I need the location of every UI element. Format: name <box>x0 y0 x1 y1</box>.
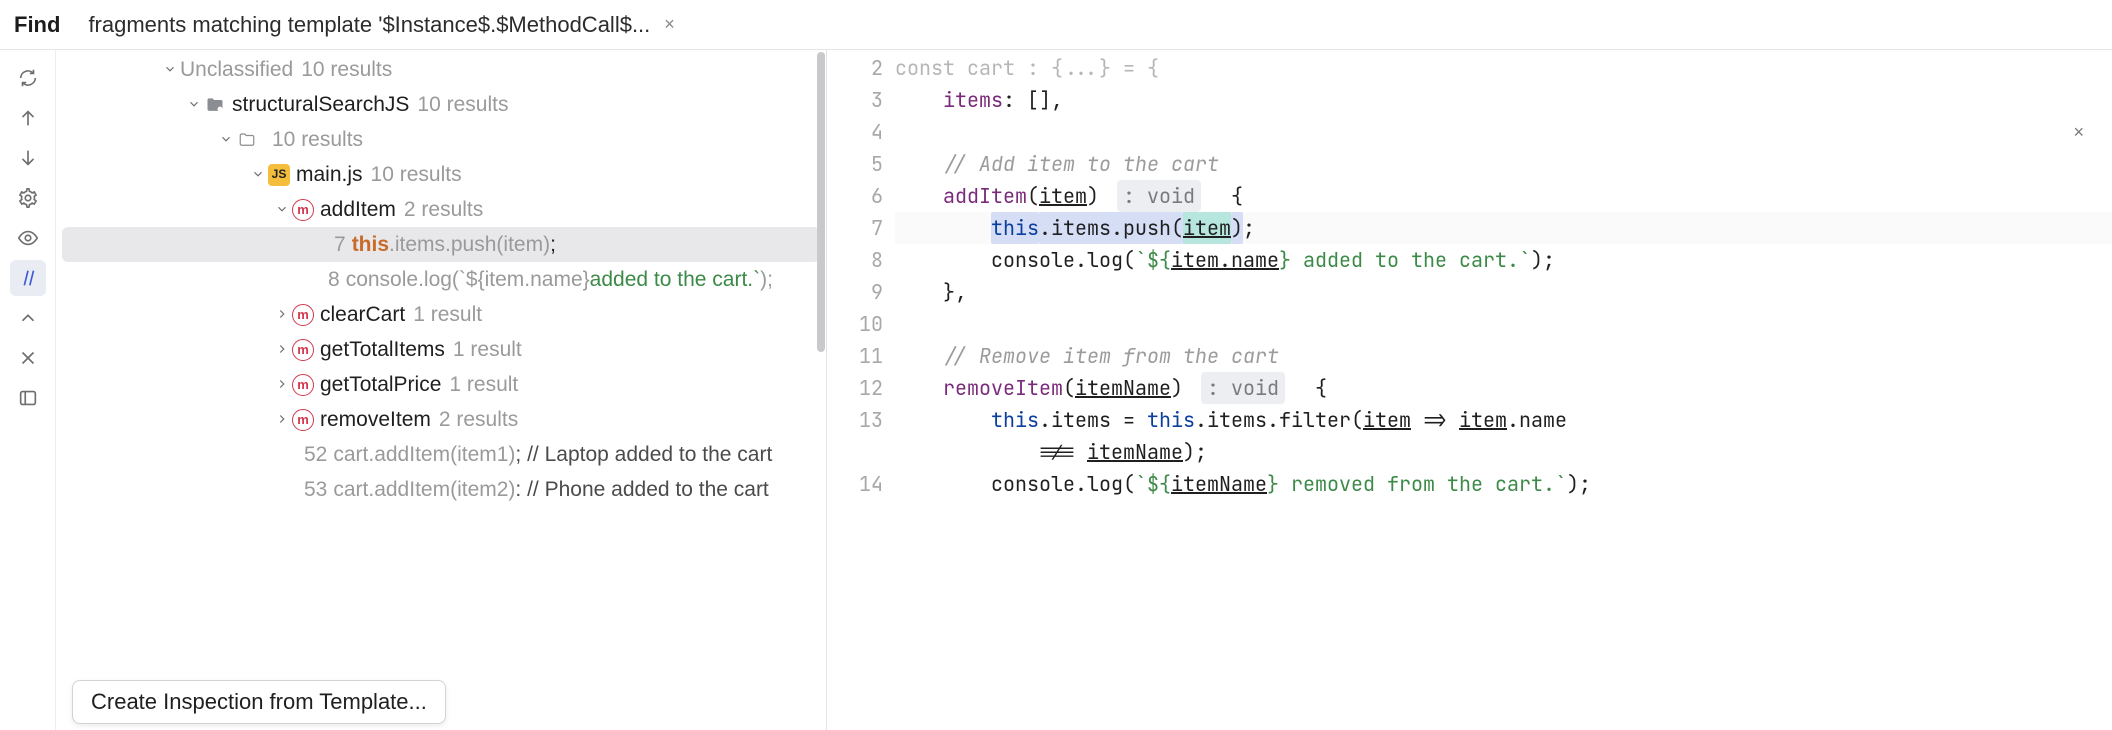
tree-scrollbar[interactable] <box>816 50 826 730</box>
method-icon: m <box>292 339 314 361</box>
method-count: 2 results <box>439 402 518 437</box>
chevron-down-icon[interactable] <box>248 157 268 192</box>
method-icon: m <box>292 374 314 396</box>
method-icon: m <box>292 199 314 221</box>
js-file-icon: JS <box>268 164 290 186</box>
create-inspection-button[interactable]: Create Inspection from Template... <box>72 680 446 724</box>
method-count: 2 results <box>404 192 483 227</box>
editor-code[interactable]: const cart : {...} = { items: [], // Add… <box>895 50 2112 730</box>
tree-method-row[interactable]: m addItem 2 results <box>56 192 826 227</box>
tree-folder-row[interactable]: structuralSearchJS 10 results <box>56 87 826 122</box>
result-line-number: 53 <box>304 472 327 507</box>
tree-method-row[interactable]: m getTotalPrice 1 result <box>56 367 826 402</box>
folder-icon <box>204 94 226 116</box>
tree-method-row[interactable]: m removeItem 2 results <box>56 402 826 437</box>
tree-result-row[interactable]: 7 this.items.push(item); <box>62 227 820 262</box>
arrow-up-icon[interactable] <box>10 100 46 136</box>
tree-result-row[interactable]: 8 console.log(`${item.name} added to the… <box>56 262 826 297</box>
method-icon: m <box>292 409 314 431</box>
method-count: 1 result <box>449 367 518 402</box>
result-line-number: 52 <box>304 437 327 472</box>
find-tab-label[interactable]: fragments matching template '$Instance$.… <box>88 12 650 38</box>
close-icon[interactable] <box>10 340 46 376</box>
editor-gutter: 234567891011121314 <box>827 50 895 500</box>
find-header: Find fragments matching template '$Insta… <box>0 0 2112 50</box>
result-tail: ; <box>550 227 556 262</box>
chevron-down-icon[interactable] <box>216 122 236 157</box>
result-part: added to the cart.` <box>590 262 760 297</box>
slash-icon[interactable] <box>10 260 46 296</box>
result-part: console.log(`${item.name} <box>346 262 590 297</box>
chevron-up-icon[interactable] <box>10 300 46 336</box>
chevron-right-icon[interactable] <box>272 367 292 402</box>
scrollbar-thumb[interactable] <box>817 52 825 352</box>
close-preview-icon[interactable]: × <box>2073 122 2084 143</box>
chevron-right-icon[interactable] <box>272 297 292 332</box>
method-icon: m <box>292 304 314 326</box>
editor-preview: 234567891011121314 const cart : {...} = … <box>826 50 2112 730</box>
refresh-icon[interactable] <box>10 60 46 96</box>
tree-method-row[interactable]: m getTotalItems 1 result <box>56 332 826 367</box>
chevron-right-icon[interactable] <box>272 332 292 367</box>
tree-result-row[interactable]: 53 cart.addItem(item2): // Phone added t… <box>56 472 826 507</box>
group-count: 10 results <box>301 52 392 87</box>
method-name: getTotalItems <box>320 332 445 367</box>
settings-icon[interactable] <box>10 180 46 216</box>
method-name: addItem <box>320 192 396 227</box>
file-name: main.js <box>296 157 363 192</box>
result-call: cart.addItem(item1) <box>333 437 515 472</box>
result-rest: .items.push(item) <box>389 227 550 262</box>
method-count: 1 result <box>453 332 522 367</box>
folder-icon <box>236 129 258 151</box>
file-count: 10 results <box>371 157 462 192</box>
tree-result-row[interactable]: 52 cart.addItem(item1); // Laptop added … <box>56 437 826 472</box>
result-hl: this <box>352 227 389 262</box>
arrow-down-icon[interactable] <box>10 140 46 176</box>
chevron-down-icon[interactable] <box>272 192 292 227</box>
eye-icon[interactable] <box>10 220 46 256</box>
chevron-down-icon[interactable] <box>160 52 180 87</box>
result-line-number: 7 <box>334 227 346 262</box>
find-toolbar <box>0 50 56 730</box>
group-name: Unclassified <box>180 52 293 87</box>
tree-dir-row[interactable]: 10 results <box>56 122 826 157</box>
result-part: ); <box>760 262 773 297</box>
result-call: cart.addItem(item2) <box>333 472 515 507</box>
dir-count: 10 results <box>272 122 363 157</box>
result-line-number: 8 <box>328 262 340 297</box>
tree-method-row[interactable]: m clearCart 1 result <box>56 297 826 332</box>
results-tree: Unclassified 10 results structuralSearch… <box>56 50 826 730</box>
method-name: clearCart <box>320 297 405 332</box>
result-tail: ; // Laptop added to the cart <box>515 437 772 472</box>
tree-file-row[interactable]: JS main.js 10 results <box>56 157 826 192</box>
chevron-down-icon[interactable] <box>184 87 204 122</box>
folder-name: structuralSearchJS <box>232 87 409 122</box>
method-count: 1 result <box>413 297 482 332</box>
tree-group-row[interactable]: Unclassified 10 results <box>56 52 826 87</box>
panel-icon[interactable] <box>10 380 46 416</box>
folder-count: 10 results <box>417 87 508 122</box>
method-name: getTotalPrice <box>320 367 441 402</box>
result-tail: : // Phone added to the cart <box>515 472 768 507</box>
method-name: removeItem <box>320 402 431 437</box>
find-title: Find <box>14 12 60 38</box>
chevron-right-icon[interactable] <box>272 402 292 437</box>
close-tab-icon[interactable]: × <box>664 14 675 35</box>
